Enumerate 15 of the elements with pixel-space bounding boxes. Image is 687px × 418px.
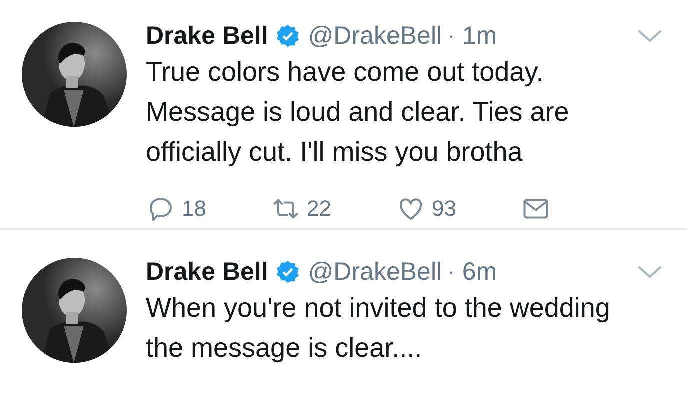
tweet-time: · 1m [447, 22, 498, 50]
tweet-text: When you're not invited to the wedding the message is clear.... [146, 292, 612, 365]
author-name[interactable]: Drake Bell [146, 22, 268, 50]
chevron-down-icon[interactable] [637, 29, 663, 43]
author-name[interactable]: Drake Bell [146, 258, 268, 286]
chevron-down-icon[interactable] [637, 265, 663, 279]
author-handle[interactable]: @DrakeBell [308, 22, 442, 50]
verified-badge-icon [276, 24, 300, 48]
verified-badge-icon [276, 260, 300, 284]
author-handle[interactable]: @DrakeBell [308, 258, 442, 286]
like-count: 93 [432, 196, 456, 222]
reply-count: 18 [182, 196, 206, 222]
tweet-text: True colors have come out today. Message is loud and clear. Ties are officially cut. I'll miss you brotha [146, 56, 570, 169]
retweet-count: 22 [307, 196, 332, 222]
tweet-time: · 6m [447, 258, 498, 286]
